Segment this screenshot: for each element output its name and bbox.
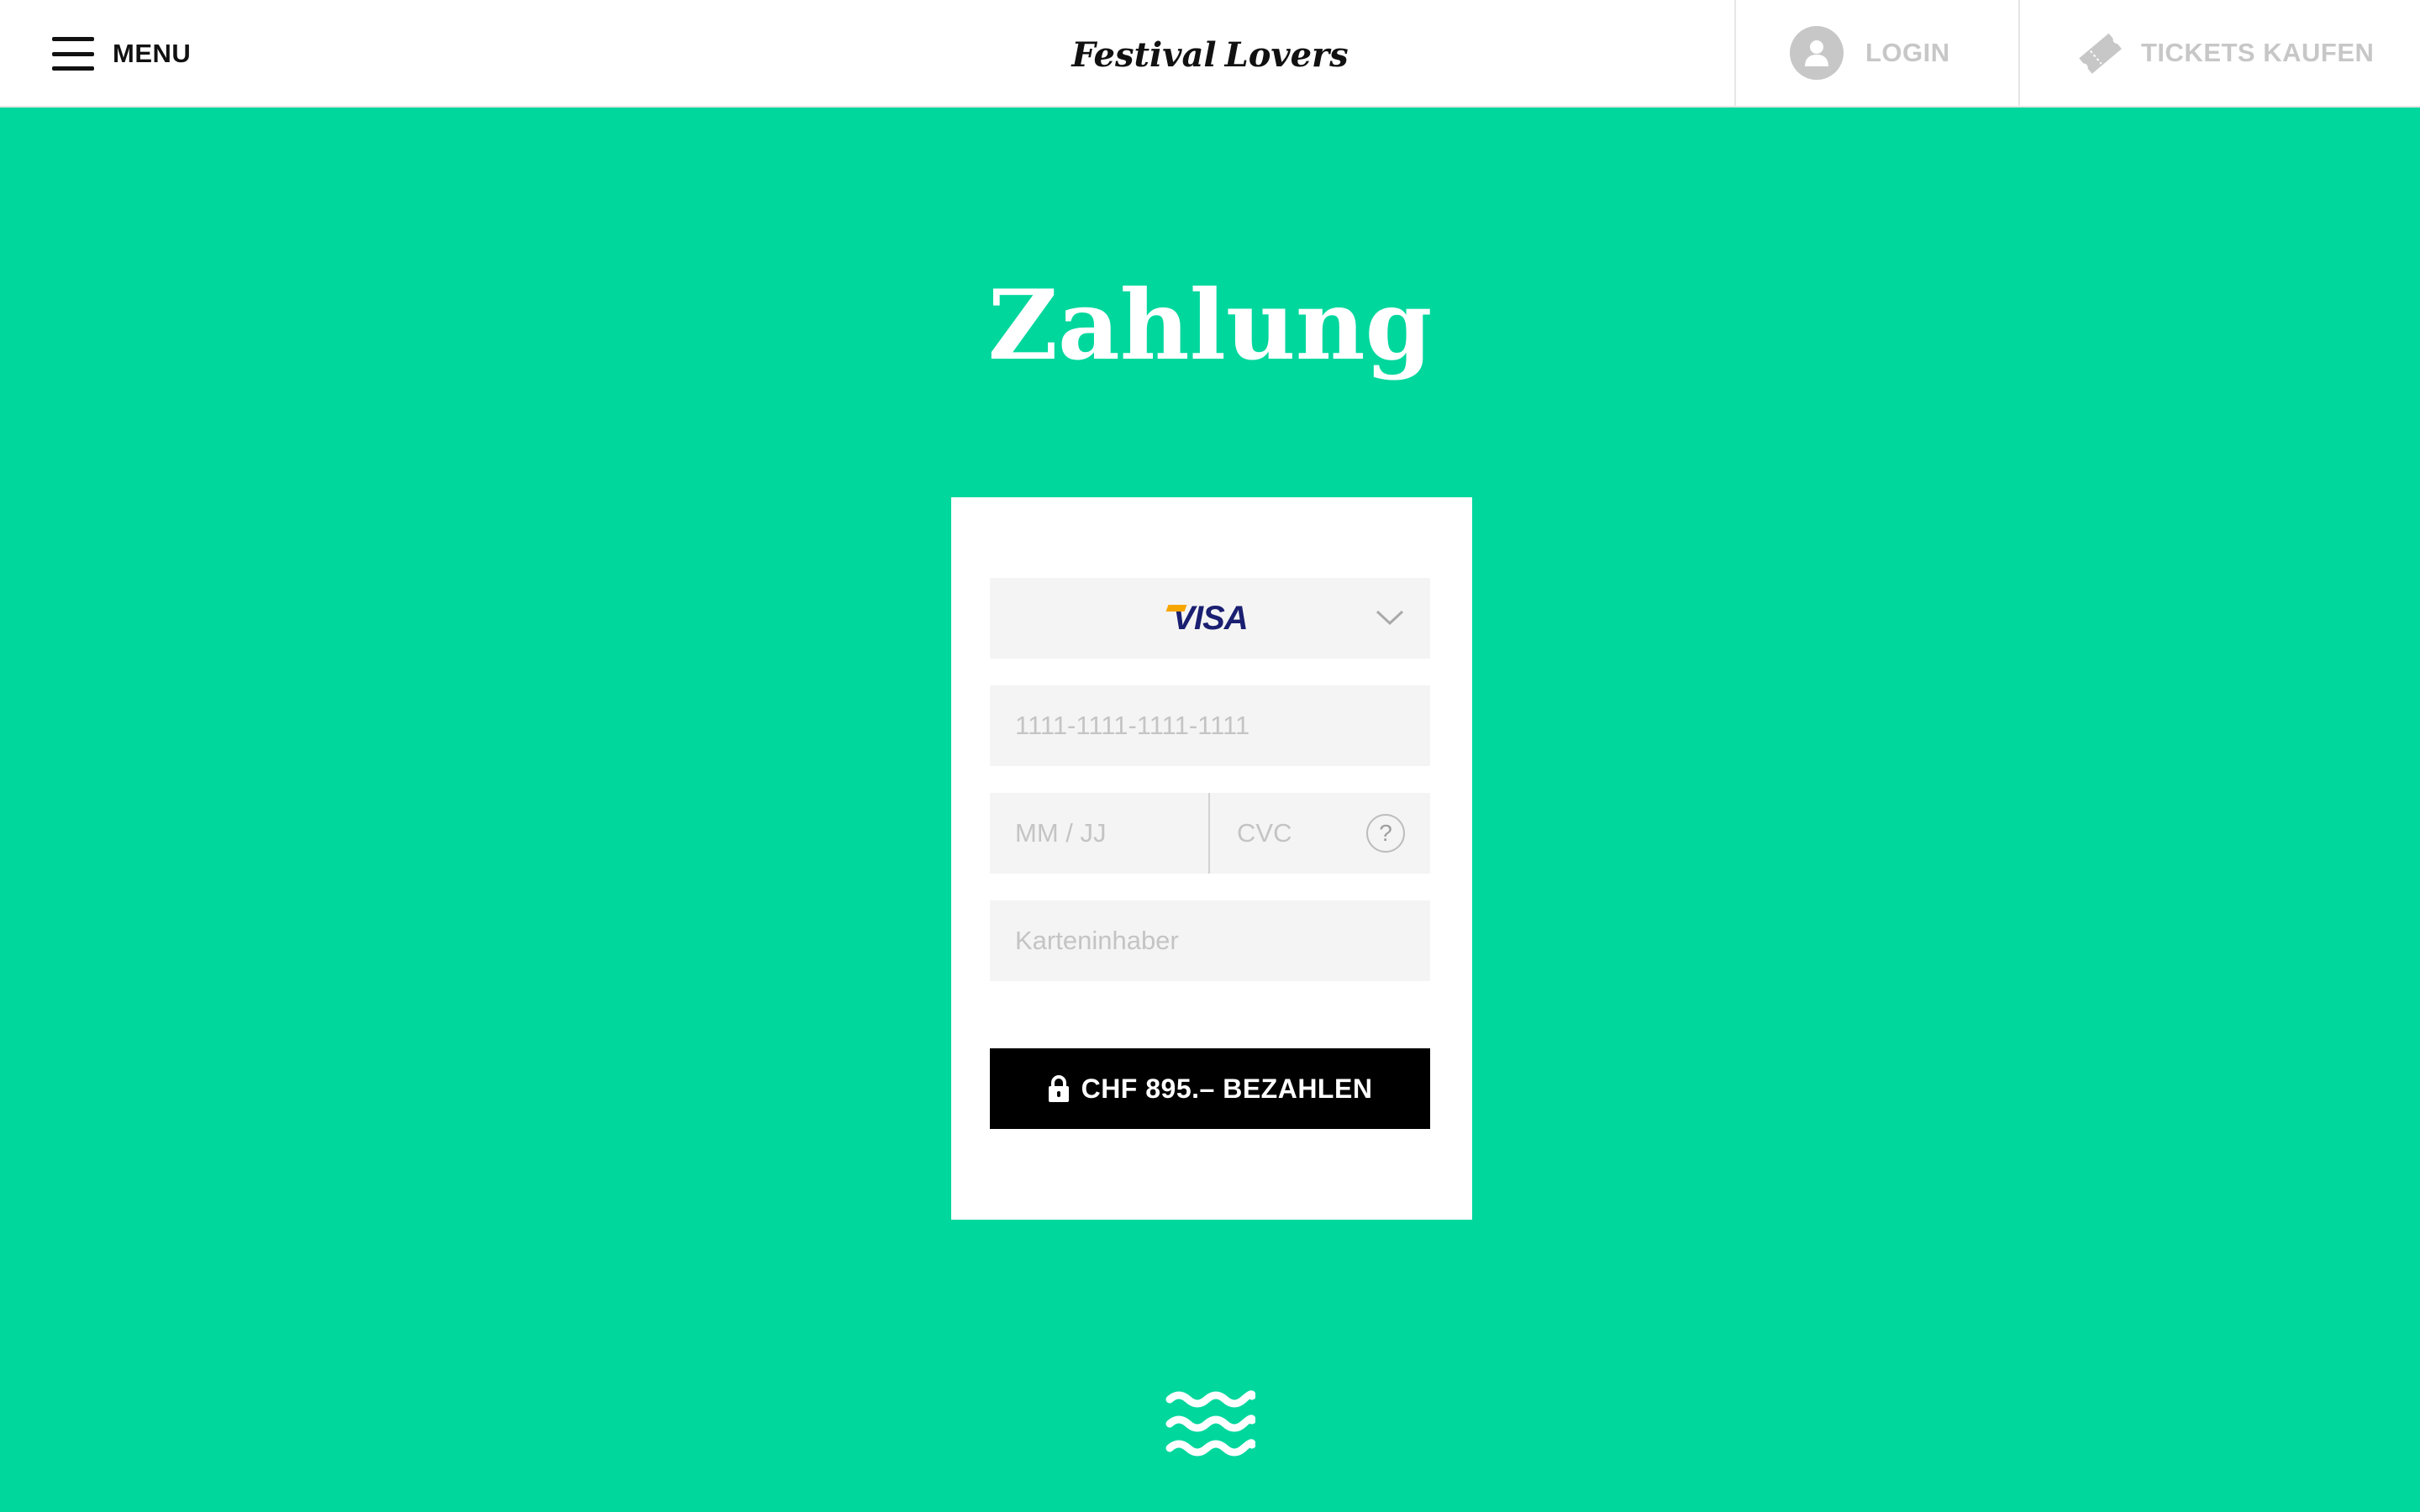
- waves-icon: [1165, 1390, 1255, 1457]
- visa-logo: VISA: [990, 578, 1430, 659]
- card-number-input[interactable]: [990, 685, 1430, 766]
- card-type-select[interactable]: VISA: [990, 578, 1430, 659]
- ticket-icon: [2079, 33, 2122, 74]
- card-number-field[interactable]: [990, 685, 1430, 766]
- login-label: LOGIN: [1865, 38, 1950, 67]
- expiry-input[interactable]: [990, 793, 1208, 874]
- page-title: Zahlung: [987, 269, 1433, 381]
- cardholder-input[interactable]: [990, 900, 1430, 981]
- festival-lovers-logo[interactable]: Festival Lovers: [1071, 25, 1348, 84]
- header-nav: LOGIN TICKETS KAUFEN: [1734, 0, 2420, 106]
- logo-word-left: Festival: [1071, 34, 1217, 75]
- pay-button[interactable]: CHF 895.– BEZAHLEN: [990, 1048, 1430, 1129]
- buy-tickets-link[interactable]: TICKETS KAUFEN: [2018, 0, 2420, 106]
- tickets-label: TICKETS KAUFEN: [2141, 38, 2375, 67]
- login-link[interactable]: LOGIN: [1734, 0, 2018, 106]
- pay-button-label: CHF 895.– BEZAHLEN: [1081, 1073, 1373, 1104]
- lock-icon: [1048, 1075, 1069, 1102]
- chevron-down-icon: [1376, 610, 1404, 626]
- visa-flag: [1165, 604, 1187, 612]
- menu-label: MENU: [113, 39, 192, 68]
- cardholder-field[interactable]: [990, 900, 1430, 981]
- logo-word-right: Lovers: [1224, 34, 1349, 75]
- site-header: MENU Festival Lovers LOGIN TICKETS KAUFE…: [0, 0, 2420, 108]
- expiry-field[interactable]: [990, 793, 1210, 874]
- menu-button[interactable]: MENU: [52, 30, 191, 77]
- cvc-field[interactable]: ?: [1212, 793, 1430, 874]
- hamburger-icon: [52, 37, 94, 71]
- expiry-cvc-row: ?: [990, 793, 1430, 874]
- payment-form: VISA ? CHF 895.– BEZAHLEN: [951, 497, 1472, 1220]
- question-icon[interactable]: ?: [1366, 814, 1405, 853]
- user-icon: [1790, 26, 1844, 80]
